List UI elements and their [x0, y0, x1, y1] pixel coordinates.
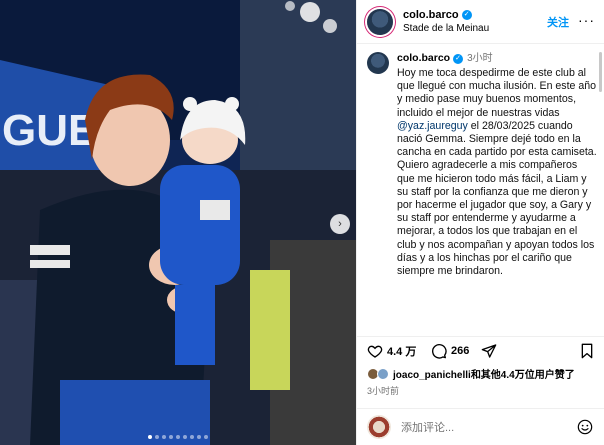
emoji-icon[interactable]	[577, 419, 593, 435]
comment-input[interactable]: 添加评论...	[401, 419, 454, 435]
caption-time: 3小时	[467, 53, 493, 64]
slide-dot	[183, 435, 187, 439]
caption: colo.barco ✓ 3小时 Hoy me toca despedirme …	[367, 52, 599, 330]
comment-bar: 添加评论...	[357, 408, 604, 445]
caption-scrollbar[interactable]	[599, 52, 602, 92]
verified-badge-icon: ✓	[461, 10, 472, 20]
author-avatar[interactable]	[367, 8, 393, 35]
post-header: colo.barco ✓ Stade de la Meinau 关注 ···	[357, 0, 604, 44]
bookmark-icon	[581, 343, 593, 359]
like-button[interactable]: 4.4 万	[367, 343, 416, 359]
verified-badge-icon: ✓	[453, 53, 464, 64]
caption-text-part: Hoy me toca despedirme de este club al q…	[397, 67, 597, 119]
slide-dot	[169, 435, 173, 439]
liked-by-rest[interactable]: 和其他4.4万位用户赞了	[471, 370, 575, 381]
post-time[interactable]: 3小时前	[367, 384, 399, 397]
caption-text: Hoy me toca despedirme de este club al q…	[397, 67, 597, 278]
liker-username[interactable]: joaco_panichelli	[393, 370, 471, 381]
chevron-right-icon: ›	[338, 218, 342, 230]
photo-scene: GUE	[0, 0, 356, 445]
comments-count: 266	[451, 345, 470, 357]
slide-dot	[155, 435, 159, 439]
author-username[interactable]: colo.barco ✓	[403, 8, 472, 22]
comment-icon	[432, 343, 447, 359]
heart-icon	[367, 345, 383, 358]
banner-text: GUE	[2, 106, 97, 155]
caption-username[interactable]: colo.barco ✓	[397, 52, 464, 65]
slide-dot	[204, 435, 208, 439]
mention-link[interactable]: @yaz.jaureguy	[397, 120, 468, 132]
next-slide-button[interactable]: ›	[330, 214, 350, 234]
share-icon	[481, 344, 497, 358]
slide-dot	[162, 435, 166, 439]
viewer-avatar	[367, 415, 391, 439]
slide-dot	[197, 435, 201, 439]
slide-indicator	[0, 435, 356, 439]
action-bar: 4.4 万 266	[357, 336, 604, 362]
caption-author-avatar[interactable]	[367, 52, 389, 74]
comment-button[interactable]: 266	[431, 343, 469, 359]
liker-avatar[interactable]	[377, 367, 389, 380]
post-side-panel: colo.barco ✓ Stade de la Meinau 关注 ··· c…	[356, 0, 604, 445]
slide-dot	[148, 435, 152, 439]
more-options-icon[interactable]: ···	[578, 12, 595, 28]
caption-username-text[interactable]: colo.barco	[397, 52, 450, 65]
liked-by: joaco_panichelli和其他4.4万位用户赞了	[367, 366, 575, 381]
author-username-text[interactable]: colo.barco	[403, 8, 459, 22]
likes-count: 4.4 万	[387, 346, 417, 358]
share-button[interactable]	[481, 343, 497, 359]
slide-dot	[176, 435, 180, 439]
post-media[interactable]: GUE ›	[0, 0, 356, 445]
slide-dot	[190, 435, 194, 439]
post-location[interactable]: Stade de la Meinau	[403, 22, 489, 36]
caption-text-part: el 28/03/2025 cuando nació Gemma. Siempr…	[397, 119, 597, 278]
follow-button[interactable]: 关注	[547, 14, 569, 30]
save-button[interactable]	[579, 343, 595, 359]
